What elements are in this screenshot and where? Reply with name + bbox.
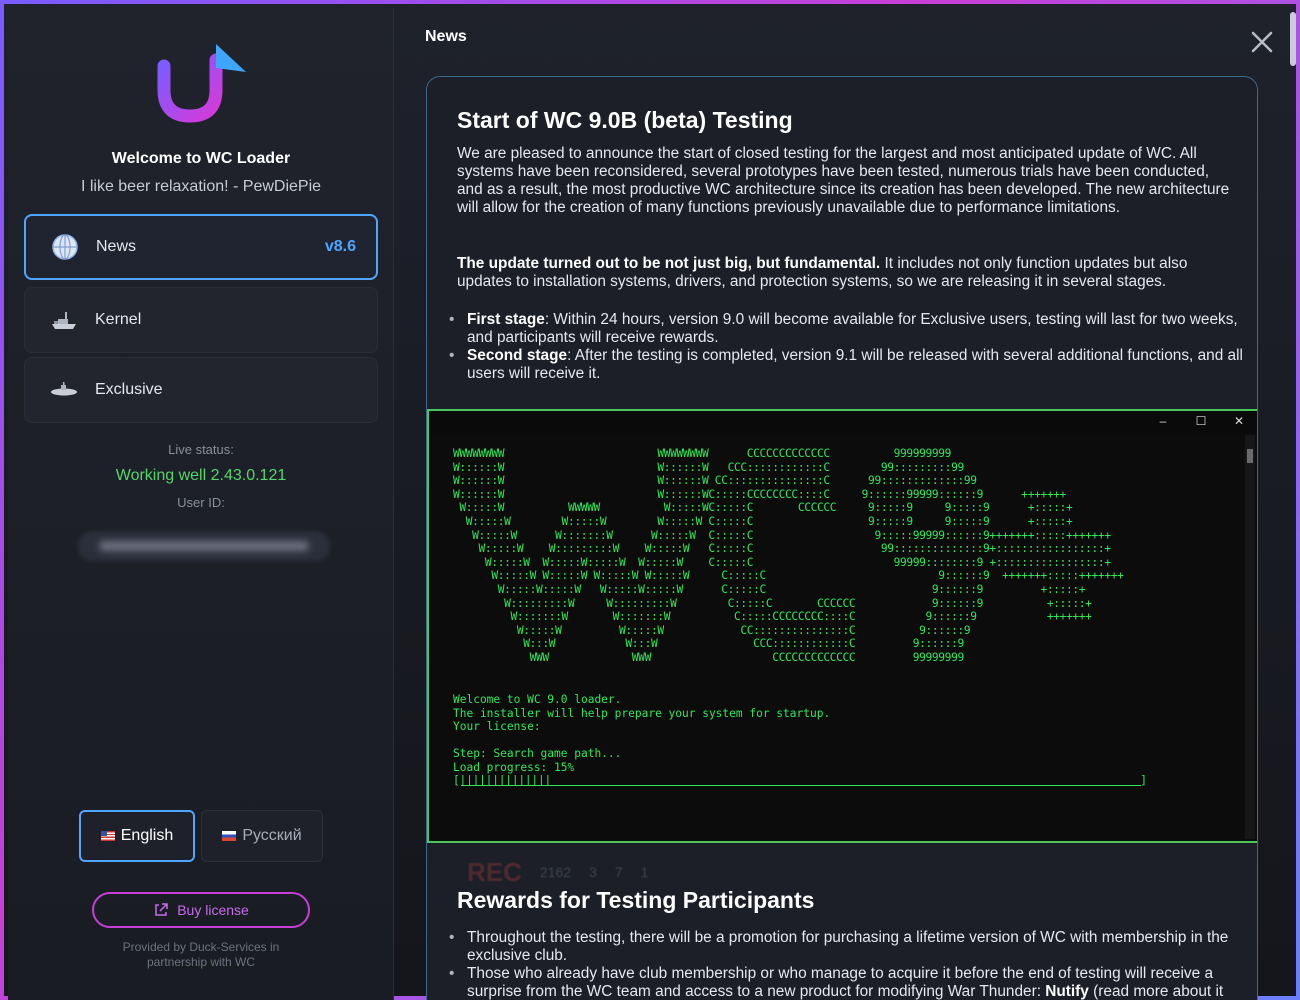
- hud-number-1: 2162: [539, 864, 572, 880]
- wc-logo-icon: [157, 44, 246, 123]
- terminal-scrollbar: [1245, 435, 1255, 839]
- list-item: Throughout the testing, there will be a …: [449, 929, 1257, 965]
- terminal-progress-bar: [|||||||||||||| ]: [453, 774, 1147, 788]
- stage-text: : After the testing is completed, versio…: [467, 347, 1243, 382]
- progress-end: ]: [1140, 774, 1147, 787]
- list-item: Those who already have club membership o…: [449, 965, 1257, 1000]
- nav-label-news: News: [96, 238, 137, 255]
- provided-by-text: Provided by Duck-Services in partnership…: [8, 940, 394, 970]
- buy-license-button[interactable]: Buy license: [92, 892, 310, 928]
- progress-track: [461, 785, 1141, 786]
- terminal-line-5: Load progress: 15%: [453, 760, 575, 774]
- nav-label-exclusive: Exclusive: [95, 381, 163, 398]
- stage-text: : Within 24 hours, version 9.0 will beco…: [467, 311, 1238, 346]
- news-panel: News Start of WC 9.0B (beta) Testing We …: [395, 8, 1300, 1000]
- app-window: Welcome to WC Loader I like beer relaxat…: [0, 0, 1300, 1000]
- ship-icon: [49, 305, 79, 335]
- panel-title: News: [425, 28, 467, 45]
- background-hud-decoration: REC 2162 3 7 1: [467, 857, 827, 887]
- wc-ascii-art-logo: WWWWWWWW WWWWWWWW CCCCCCCCCCCCC 99999999…: [453, 447, 1124, 664]
- language-russian-button[interactable]: Русский: [201, 810, 323, 862]
- welcome-title: Welcome to WC Loader: [111, 150, 291, 167]
- language-english-label: English: [120, 827, 174, 844]
- article-fundamental: The update turned out to be not just big…: [457, 255, 1237, 291]
- ru-flag-icon: [222, 831, 237, 841]
- reward-tail: (read more about it: [1088, 983, 1224, 1000]
- list-item: First stage: Within 24 hours, version 9.…: [449, 311, 1257, 347]
- nav-item-news[interactable]: News v8.6: [24, 214, 378, 280]
- submarine-icon: [49, 375, 79, 405]
- nutify-bold: Nutify: [1045, 983, 1089, 1000]
- article-intro: We are pleased to announce the start of …: [457, 145, 1230, 216]
- external-link-icon: [155, 903, 168, 916]
- globe-icon: [50, 232, 80, 262]
- terminal-window-image: – ☐ ✕ WWWWWWWW WWWWWWWW CCCCCCCCCCCCC 99…: [427, 409, 1257, 843]
- stage-name: First stage: [467, 311, 545, 328]
- article-heading: Start of WC 9.0B (beta) Testing: [457, 107, 793, 133]
- rewards-list: Throughout the testing, there will be a …: [449, 929, 1257, 1000]
- terminal-titlebar: – ☐ ✕: [429, 411, 1257, 433]
- terminal-line-2: The installer will help prepare your sys…: [453, 706, 831, 720]
- terminal-line-4: Step: Search game path...: [453, 747, 622, 761]
- stage-name: Second stage: [467, 347, 568, 364]
- terminal-line-1: Welcome to WC 9.0 loader.: [453, 693, 622, 706]
- hud-number-4: 1: [640, 864, 649, 880]
- scrollbar-thumb[interactable]: [1290, 12, 1296, 66]
- news-article-card: Start of WC 9.0B (beta) Testing We are p…: [426, 76, 1258, 1000]
- language-russian-label: Русский: [242, 827, 302, 844]
- nav-item-kernel[interactable]: Kernel: [24, 287, 378, 353]
- tagline: I like beer relaxation! - PewDiePie: [80, 178, 322, 195]
- close-icon[interactable]: [1250, 30, 1274, 54]
- us-flag-icon: [100, 831, 115, 841]
- list-item: Second stage: After the testing is compl…: [449, 347, 1257, 383]
- buy-license-label: Buy license: [177, 902, 249, 918]
- language-english-button[interactable]: English: [79, 810, 195, 862]
- nav-label-kernel: Kernel: [95, 311, 142, 328]
- fundamental-bold: The update turned out to be not just big…: [457, 255, 881, 272]
- reward-text: Throughout the testing, there will be a …: [467, 929, 1229, 964]
- user-id-value-blurred: [78, 531, 330, 561]
- provided-line-1: Provided by Duck-Services in: [122, 940, 280, 954]
- live-status-value: Working well 2.43.0.121: [115, 467, 287, 484]
- version-badge: v8.6: [324, 238, 356, 255]
- close-window-icon: ✕: [1233, 414, 1245, 428]
- hud-number-3: 7: [614, 864, 623, 880]
- scrollbar-track[interactable]: [1290, 12, 1296, 996]
- rec-label: REC: [467, 856, 522, 887]
- stages-list: First stage: Within 24 hours, version 9.…: [449, 311, 1257, 383]
- hud-number-2: 3: [589, 864, 597, 880]
- progress-fill: [||||||||||||||: [453, 774, 552, 786]
- provided-line-2: partnership with WC: [146, 955, 256, 969]
- terminal-output: Welcome to WC 9.0 loader. The installer w…: [453, 693, 830, 775]
- user-id-label: User ID:: [177, 495, 225, 510]
- nav-item-exclusive[interactable]: Exclusive: [24, 357, 378, 423]
- terminal-line-3: Your license:: [453, 720, 541, 734]
- maximize-icon: ☐: [1195, 414, 1207, 428]
- live-status-label: Live status:: [168, 442, 234, 457]
- sidebar: Welcome to WC Loader I like beer relaxat…: [8, 8, 394, 1000]
- rewards-heading: Rewards for Testing Participants: [457, 887, 815, 913]
- minimize-icon: –: [1159, 414, 1167, 428]
